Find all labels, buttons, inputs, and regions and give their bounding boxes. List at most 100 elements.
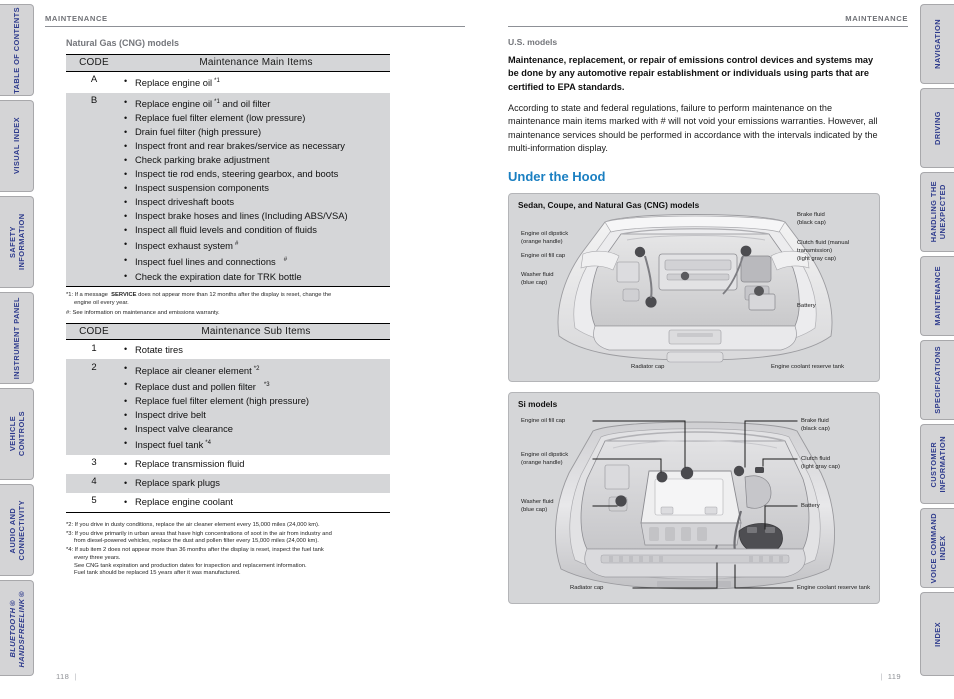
page-number-right: | 119 — [875, 672, 901, 681]
list-item: Rotate tires — [122, 342, 390, 357]
label-engine-oil-dipstick: Engine oil dipstick (orange handle) — [521, 452, 569, 467]
row-items: Replace spark plugs — [122, 473, 390, 493]
us-models-label: U.S. models — [508, 37, 558, 47]
label-engine-oil-dipstick: Engine oil dipstick (orange handle) — [521, 231, 569, 246]
list-item: Replace dust and pollen filter*3 — [122, 377, 390, 394]
table-row: 4Replace spark plugs — [66, 473, 390, 493]
label-radiator-cap: Radiator cap — [570, 585, 604, 592]
column-header-items: Maintenance Sub Items — [122, 322, 390, 341]
table-row: A Replace engine oil*1 — [66, 71, 390, 93]
sidebar-item-voice-command-index[interactable]: VOICE COMMAND INDEX — [920, 508, 954, 588]
list-item: Check parking brake adjustment — [122, 153, 390, 167]
right-page: MAINTENANCE U.S. models Maintenance, rep… — [508, 0, 908, 699]
panel-title: Si models — [518, 399, 558, 410]
row-items: Replace engine oil*1 and oil filterRepla… — [122, 92, 390, 287]
sidebar-item-handling-the-unexpected[interactable]: HANDLING THE UNEXPECTED — [920, 172, 954, 252]
sidebar-item-maintenance[interactable]: MAINTENANCE — [920, 256, 954, 336]
footnote-marker: # — [234, 241, 239, 248]
running-head-right: MAINTENANCE — [845, 14, 908, 23]
list-item: Inspect tie rod ends, steering gearbox, … — [122, 167, 390, 181]
left-page: MAINTENANCE Natural Gas (CNG) models COD… — [45, 0, 465, 699]
footnote-marker: *2 — [253, 365, 260, 372]
sidebar-item-specifications[interactable]: SPECIFICATIONS — [920, 340, 954, 420]
label-radiator-cap: Radiator cap — [631, 364, 665, 371]
row-items: Replace engine coolant — [122, 492, 390, 513]
sidebar-item-label: TABLE OF CONTENTS — [12, 6, 21, 94]
list-item: Inspect suspension components — [122, 181, 390, 195]
list-item: Replace fuel filter element (high pressu… — [122, 394, 390, 408]
running-head-left: MAINTENANCE — [45, 14, 108, 23]
sidebar-item-bluetooth-handsfreelink[interactable]: BLUETOOTH® HANDSFREELINK® — [0, 580, 34, 676]
panel-title: Sedan, Coupe, and Natural Gas (CNG) mode… — [518, 200, 700, 211]
label-engine-coolant-reserve-tank: Engine coolant reserve tank — [797, 585, 871, 592]
list-item: Replace engine coolant — [122, 495, 390, 509]
list-item: Inspect all fluid levels and condition o… — [122, 223, 390, 237]
label-clutch-fluid: Clutch fluid (light gray cap) — [801, 456, 840, 471]
diagram-panel-si-models: Si models Engine oil fill cap Engine oil… — [508, 392, 880, 605]
list-item: Drain fuel filter (high pressure) — [122, 125, 390, 139]
label-engine-oil-fill-cap: Engine oil fill cap — [521, 253, 566, 260]
label-clutch-fluid: Clutch fluid (manual transmission) (ligh… — [797, 240, 850, 263]
row-code: A — [90, 74, 98, 85]
header-rule-right — [508, 26, 908, 27]
label-battery: Battery — [801, 503, 820, 510]
right-tab-column: NAVIGATION DRIVING HANDLING THE UNEXPECT… — [918, 0, 954, 699]
sidebar-item-customer-information[interactable]: CUSTOMER INFORMATION — [920, 424, 954, 504]
table-row: BReplace engine oil*1 and oil filterRepl… — [66, 92, 390, 287]
list-item: Replace transmission fluid — [122, 457, 390, 471]
list-item: Replace air cleaner element*2 — [122, 361, 390, 378]
list-item: Inspect front and rear brakes/service as… — [122, 139, 390, 153]
left-tab-column: TABLE OF CONTENTS VISUAL INDEX SAFETY IN… — [0, 0, 36, 699]
sidebar-item-label: INDEX — [933, 621, 942, 647]
table-row: 1 Rotate tires — [66, 340, 390, 360]
sidebar-item-index[interactable]: INDEX — [920, 592, 954, 676]
list-item: Inspect fuel lines and connections# — [122, 253, 390, 269]
manual-spread: TABLE OF CONTENTS VISUAL INDEX SAFETY IN… — [0, 0, 954, 699]
sidebar-item-vehicle-controls[interactable]: VEHICLE CONTROLS — [0, 388, 34, 480]
sidebar-item-label: SPECIFICATIONS — [933, 346, 942, 414]
footnote-1: *1: If a message SERVICE does not appear… — [66, 292, 332, 298]
sidebar-item-label: CUSTOMER INFORMATION — [928, 435, 947, 493]
row-code: B — [66, 92, 122, 287]
column-header-code: CODE — [66, 54, 122, 72]
list-item: Replace spark plugs — [122, 476, 390, 490]
page-number-left: 118 | — [56, 672, 82, 681]
sidebar-item-label: AUDIO AND CONNECTIVITY — [7, 499, 26, 561]
row-items: Replace engine oil*1 — [122, 71, 390, 93]
column-header-code: CODE — [66, 322, 122, 341]
row-items: Replace air cleaner element*2Replace dus… — [122, 359, 390, 455]
sidebar-item-label: BLUETOOTH® HANDSFREELINK® — [7, 588, 26, 668]
label-brake-fluid: Brake fluid (black cap) — [801, 418, 830, 433]
row-code: 5 — [66, 492, 122, 513]
sidebar-item-table-of-contents[interactable]: TABLE OF CONTENTS — [0, 4, 34, 96]
row-items: Replace transmission fluid — [122, 455, 390, 474]
under-the-hood-heading: Under the Hood — [508, 169, 606, 185]
column-header-items: Maintenance Main Items — [122, 54, 390, 72]
sidebar-item-instrument-panel[interactable]: INSTRUMENT PANEL — [0, 292, 34, 384]
footnote-2: *2: If you drive in dusty conditions, re… — [66, 521, 320, 528]
sidebar-item-visual-index[interactable]: VISUAL INDEX — [0, 100, 34, 192]
sidebar-item-audio-and-connectivity[interactable]: AUDIO AND CONNECTIVITY — [0, 484, 34, 576]
footnote-marker: *4 — [205, 440, 211, 447]
sidebar-item-driving[interactable]: DRIVING — [920, 88, 954, 168]
list-item: Inspect drive belt — [122, 408, 390, 422]
section-subtitle: Natural Gas (CNG) models — [66, 38, 180, 48]
table-row: 5Replace engine coolant — [66, 492, 390, 513]
footnote-4: *4: If sub item 2 does not appear more t… — [66, 547, 324, 577]
sidebar-item-label: SAFETY INFORMATION — [7, 213, 26, 271]
diagram-panel-sedan-coupe-cng: Sedan, Coupe, and Natural Gas (CNG) mode… — [508, 193, 880, 383]
footnote-marker: *1 — [214, 78, 220, 84]
sidebar-item-label: DRIVING — [933, 111, 942, 145]
sidebar-item-safety-information[interactable]: SAFETY INFORMATION — [0, 196, 34, 288]
sidebar-item-label: VOICE COMMAND INDEX — [928, 512, 947, 584]
label-engine-coolant-reserve-tank: Engine coolant reserve tank — [771, 364, 845, 371]
footnotes-sub: *2: If you drive in dusty conditions, re… — [66, 522, 406, 578]
page-number-left-value: 118 — [56, 672, 70, 681]
sidebar-item-label: HANDLING THE UNEXPECTED — [928, 181, 947, 243]
sidebar-item-navigation[interactable]: NAVIGATION — [920, 4, 954, 84]
page-number-right-value: 119 — [887, 672, 901, 681]
page-number-divider: | — [74, 672, 77, 681]
list-item: Inspect fuel tank*4 — [122, 436, 390, 452]
footnote-1-cont: engine oil every year. — [74, 299, 129, 306]
footnote-3: *3: If you drive primarily in urban area… — [66, 530, 332, 545]
